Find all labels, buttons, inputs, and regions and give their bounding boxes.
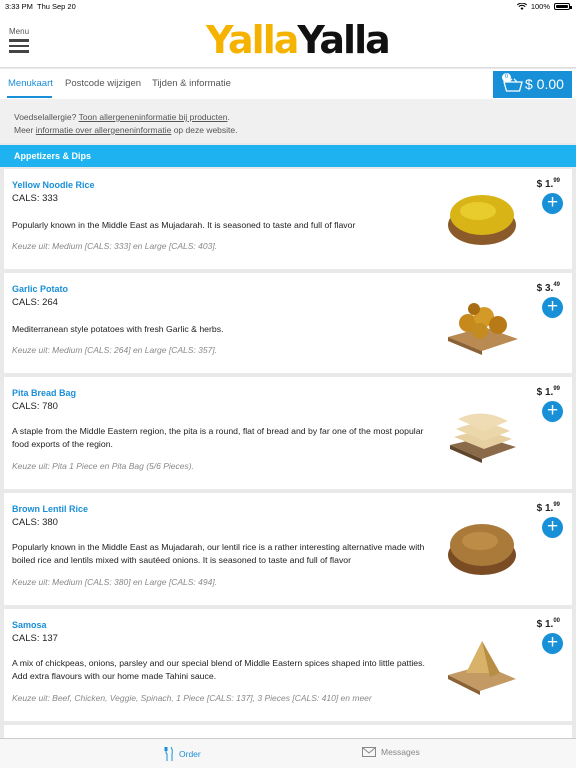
item-options: Keuze uit: Medium [CALS: 333] en Large [… — [12, 241, 218, 251]
potatoes-board-image — [448, 303, 518, 355]
add-to-cart-button[interactable]: + — [542, 401, 563, 422]
status-date: Thu Sep 20 — [37, 2, 76, 11]
nav-messages-label: Messages — [381, 747, 420, 757]
item-cals: CALS: 780 — [12, 401, 58, 412]
info-text: . — [227, 112, 230, 122]
active-tab-indicator — [7, 96, 52, 98]
pita-stack-image — [450, 413, 516, 463]
tab-tijden-informatie[interactable]: Tijden & informatie — [152, 78, 231, 89]
cart-button[interactable]: 0 $ 0.00 — [493, 71, 572, 98]
allergen-products-link[interactable]: Toon allergeneninformatie bij producten — [79, 112, 228, 122]
add-to-cart-button[interactable]: + — [542, 297, 563, 318]
item-cals: CALS: 380 — [12, 517, 58, 528]
yellow-rice-bowl-image — [448, 195, 516, 245]
item-description: A staple from the Middle Eastern region,… — [12, 426, 424, 449]
item-cals: CALS: 264 — [12, 297, 58, 308]
wifi-icon — [516, 2, 527, 10]
add-to-cart-button[interactable]: + — [542, 517, 563, 538]
allergen-info-link[interactable]: informatie over allergeneninformatie — [36, 125, 172, 135]
app-header: Menu YallaYalla — [0, 12, 576, 68]
info-text: op deze website. — [171, 125, 238, 135]
add-to-cart-button[interactable]: + — [542, 633, 563, 654]
item-cals: CALS: 137 — [12, 633, 58, 644]
menu-label: Menu — [9, 27, 30, 36]
nav-messages[interactable]: Messages — [362, 747, 420, 757]
item-options: Keuze uit: Pita 1 Piece en Pita Bag (5/6… — [12, 461, 194, 471]
cart-total: $ 0.00 — [525, 76, 564, 92]
item-price: $ 1.99 — [536, 502, 560, 514]
add-to-cart-button[interactable]: + — [542, 193, 563, 214]
tab-postcode[interactable]: Postcode wijzigen — [65, 78, 141, 89]
menu-item[interactable]: Pita Bread Bag CALS: 780 A staple from t… — [4, 377, 572, 489]
item-price: $ 1.99 — [536, 386, 560, 398]
item-price: $ 1.00 — [536, 618, 560, 630]
brand-logo: YallaYalla — [206, 17, 391, 63]
status-time: 3:33 PM — [5, 2, 33, 11]
battery-icon — [554, 3, 572, 10]
item-options: Keuze uit: Medium [CALS: 380] en Large [… — [12, 577, 218, 587]
nav-order[interactable]: Order — [164, 747, 201, 761]
item-options: Keuze uit: Beef, Chicken, Veggie, Spinac… — [12, 693, 372, 703]
lentil-rice-bowl-image — [448, 524, 516, 575]
item-options: Keuze uit: Medium [CALS: 264] en Large [… — [12, 345, 218, 355]
item-description: Mediterranean style potatoes with fresh … — [12, 324, 224, 334]
item-name[interactable]: Samosa — [12, 620, 47, 630]
samosa-board-image — [448, 641, 516, 695]
item-name[interactable]: Yellow Noodle Rice — [12, 180, 95, 190]
logo-word-2: Yalla — [297, 18, 390, 62]
status-bar: 3:33 PM Thu Sep 20 100% — [0, 0, 576, 12]
menu-button[interactable]: Menu — [9, 27, 33, 59]
menu-item[interactable]: Brown Lentil Rice CALS: 380 Popularly kn… — [4, 493, 572, 605]
tab-menukaart[interactable]: Menukaart — [8, 78, 53, 89]
info-text: Voedselallergie? — [14, 112, 79, 122]
menu-item[interactable]: Garlic Potato CALS: 264 Mediterranean st… — [4, 273, 572, 373]
nav-order-label: Order — [179, 749, 201, 759]
cutlery-icon — [164, 747, 173, 761]
battery-percent: 100% — [530, 2, 550, 11]
hamburger-icon — [9, 39, 33, 53]
item-price: $ 1.99 — [536, 178, 560, 190]
item-name[interactable]: Brown Lentil Rice — [12, 504, 88, 514]
section-header[interactable]: Appetizers & Dips — [0, 145, 576, 167]
envelope-icon — [362, 747, 376, 757]
item-description: A mix of chickpeas, onions, parsley and … — [12, 658, 425, 681]
item-price: $ 3.49 — [536, 282, 560, 294]
logo-word-1: Yalla — [206, 18, 299, 62]
allergy-info: Voedselallergie? Toon allergeneninformat… — [0, 99, 576, 143]
item-name[interactable]: Pita Bread Bag — [12, 388, 76, 398]
status-right: 100% — [516, 2, 572, 11]
item-description: Popularly known in the Middle East as Mu… — [12, 542, 425, 565]
menu-item[interactable]: Yellow Noodle Rice CALS: 333 Popularly k… — [4, 169, 572, 269]
item-cals: CALS: 333 — [12, 193, 58, 204]
menu-item[interactable]: Samosa CALS: 137 A mix of chickpeas, oni… — [4, 609, 572, 721]
bottom-nav: Order Messages — [0, 738, 576, 768]
item-name[interactable]: Garlic Potato — [12, 284, 68, 294]
tab-bar: Menukaart Postcode wijzigen Tijden & inf… — [0, 69, 576, 99]
cart-count-badge: 0 — [502, 73, 511, 82]
info-text: Meer — [14, 125, 36, 135]
item-description: Popularly known in the Middle East as Mu… — [12, 220, 356, 230]
